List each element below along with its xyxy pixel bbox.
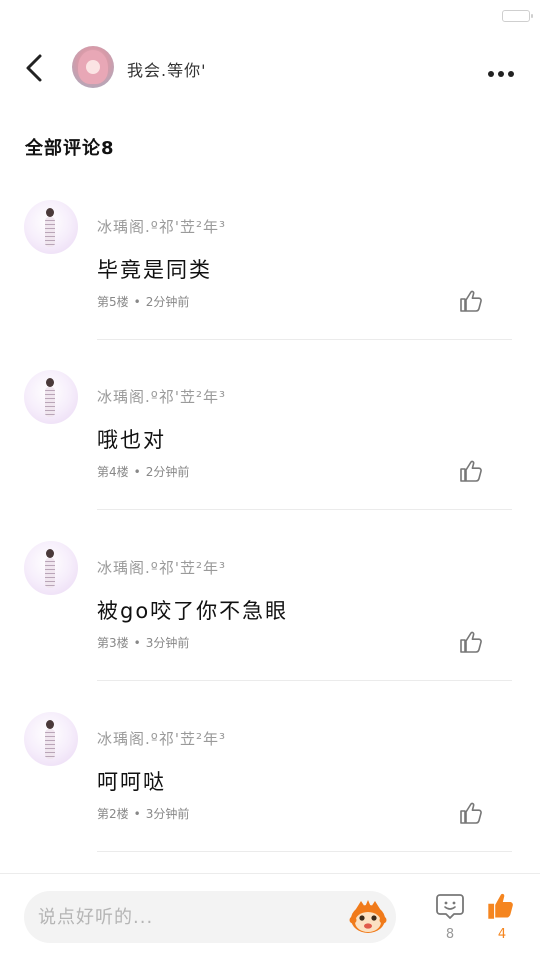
comment-text: 被go咬了你不急眼	[97, 599, 289, 623]
comment-text: 哦也对	[97, 428, 166, 452]
comment-time: 2分钟前	[145, 465, 190, 479]
emoji-button[interactable]	[348, 899, 388, 935]
comment-meta: 第2楼 • 3分钟前	[97, 807, 190, 821]
divider	[97, 680, 512, 681]
more-button[interactable]	[488, 62, 520, 77]
back-arrow-icon	[26, 54, 42, 82]
avatar[interactable]	[24, 541, 78, 595]
thumbs-up-icon	[460, 631, 482, 653]
comment-username[interactable]: 冰瑀阁.º祁'苙²年³	[97, 216, 226, 237]
avatar[interactable]	[24, 200, 78, 254]
thumbs-up-icon	[488, 893, 513, 919]
battery-icon	[502, 10, 533, 22]
like-button[interactable]	[458, 629, 484, 655]
bottom-bar: 8 4	[0, 873, 540, 960]
like-button-main[interactable]	[486, 891, 516, 921]
comment-username[interactable]: 冰瑀阁.º祁'苙²年³	[97, 557, 226, 578]
like-count: 4	[497, 927, 507, 942]
comment-meta: 第3楼 • 3分钟前	[97, 636, 190, 650]
section-title: 全部评论8	[25, 138, 115, 159]
comment-floor: 第4楼	[97, 465, 129, 479]
list-item: 冰瑀阁.º祁'苙²年³ 毕竟是同类 第5楼 • 2分钟前	[0, 200, 540, 370]
comment-username[interactable]: 冰瑀阁.º祁'苙²年³	[97, 728, 226, 749]
like-button[interactable]	[458, 800, 484, 826]
comment-time: 3分钟前	[145, 636, 190, 650]
like-button[interactable]	[458, 458, 484, 484]
comment-meta: 第4楼 • 2分钟前	[97, 465, 190, 479]
comment-floor: 第5楼	[97, 295, 129, 309]
avatar[interactable]	[24, 370, 78, 424]
back-button[interactable]	[20, 52, 50, 84]
comment-count: 8	[445, 927, 455, 942]
thumbs-up-icon	[460, 802, 482, 824]
comment-floor: 第2楼	[97, 807, 129, 821]
comment-text: 毕竟是同类	[97, 258, 212, 282]
list-item: 冰瑀阁.º祁'苙²年³ 被go咬了你不急眼 第3楼 • 3分钟前	[0, 541, 540, 711]
comments-page: 我会.等你' 全部评论8 冰瑀阁.º祁'苙²年³ 毕竟是同类 第5楼 • 2分钟前 …	[0, 0, 540, 960]
monkey-emoji-icon	[349, 900, 387, 933]
comment-bubble-icon	[436, 894, 464, 919]
list-item: 冰瑀阁.º祁'苙²年³ 哦也对 第4楼 • 2分钟前	[0, 370, 540, 540]
avatar[interactable]	[24, 712, 78, 766]
comment-floor: 第3楼	[97, 636, 129, 650]
comment-input[interactable]	[24, 891, 396, 943]
thumbs-up-icon	[460, 460, 482, 482]
header: 我会.等你'	[0, 44, 540, 92]
more-dots-icon	[488, 71, 494, 77]
divider	[97, 851, 512, 852]
thumbs-up-icon	[460, 290, 482, 312]
comment-time: 3分钟前	[145, 807, 190, 821]
divider	[97, 509, 512, 510]
header-username[interactable]: 我会.等你'	[127, 57, 207, 81]
comment-time: 2分钟前	[145, 295, 190, 309]
comment-text: 呵呵哒	[97, 770, 166, 794]
list-item: 冰瑀阁.º祁'苙²年³ 呵呵哒 第2楼 • 3分钟前	[0, 712, 540, 882]
comment-meta: 第5楼 • 2分钟前	[97, 295, 190, 309]
avatar[interactable]	[72, 46, 114, 88]
divider	[97, 339, 512, 340]
like-button[interactable]	[458, 288, 484, 314]
comment-count-button[interactable]	[436, 892, 464, 920]
comment-username[interactable]: 冰瑀阁.º祁'苙²年³	[97, 386, 226, 407]
